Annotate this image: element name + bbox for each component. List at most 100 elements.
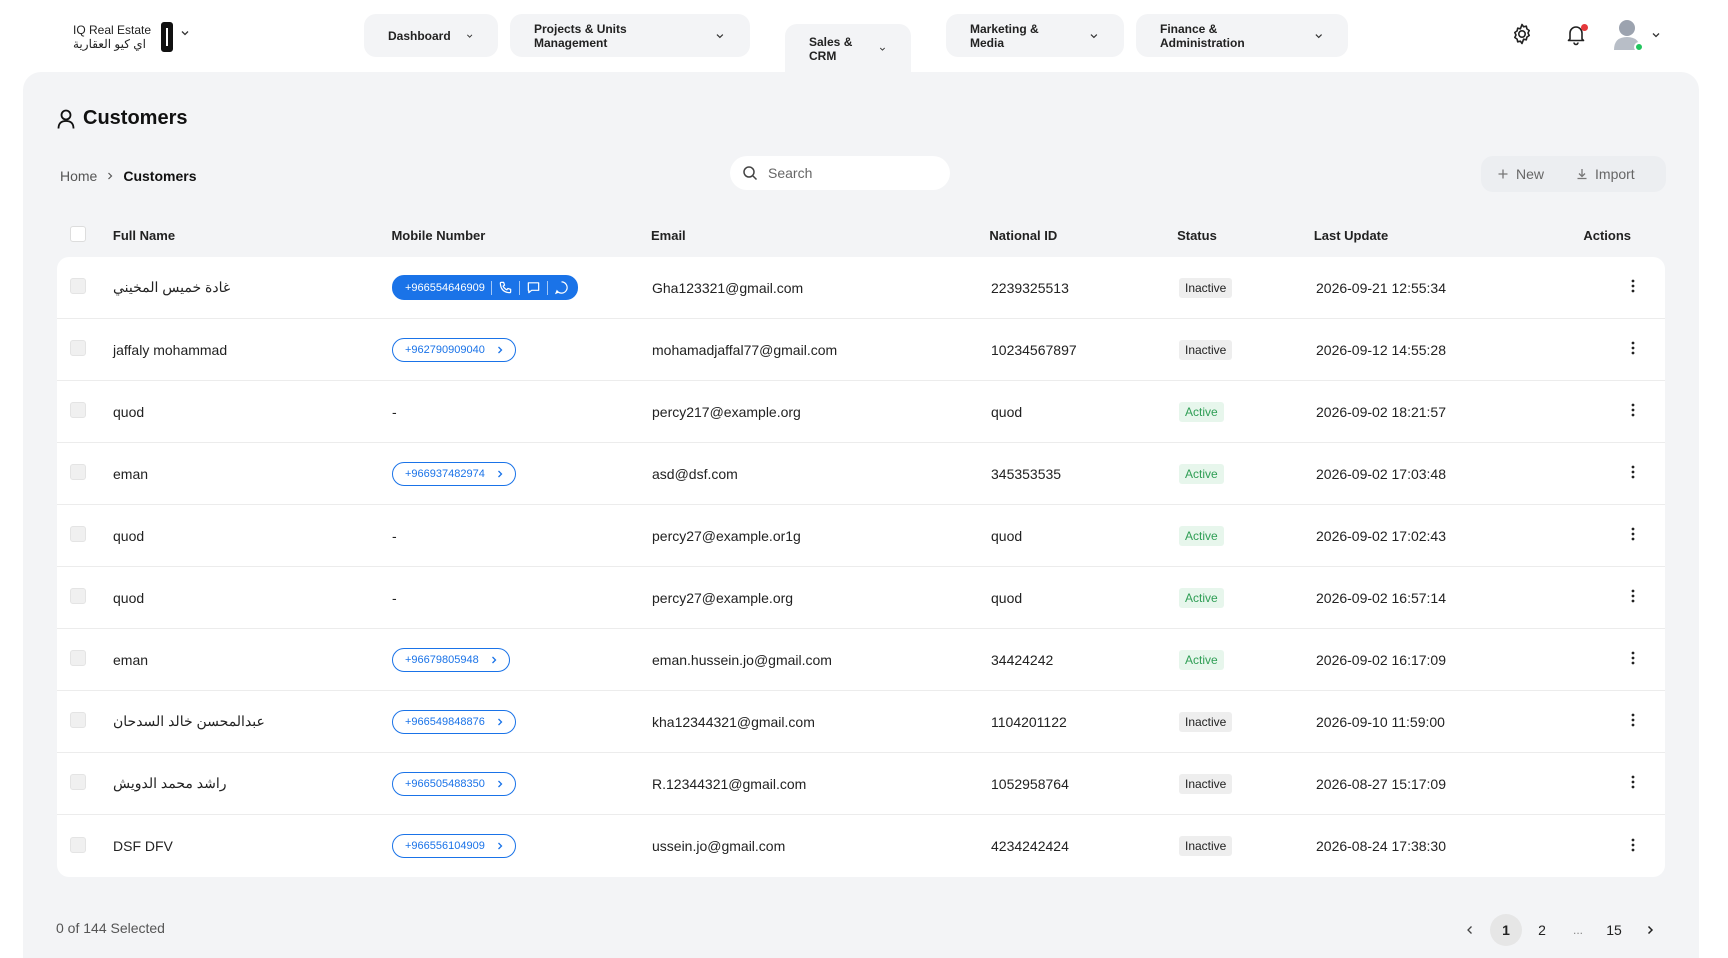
more-actions-icon[interactable]	[1631, 838, 1635, 852]
breadcrumb: Home Customers	[60, 168, 197, 184]
next-page-button[interactable]	[1632, 915, 1668, 945]
customer-email: eman.hussein.jo@gmail.com	[652, 651, 832, 668]
column-header[interactable]: Last Update	[1314, 228, 1584, 243]
online-status-dot	[1634, 42, 1644, 52]
more-actions-icon[interactable]	[1631, 775, 1635, 789]
breadcrumb-home[interactable]: Home	[60, 168, 97, 184]
nav-tab-dashboard[interactable]: Dashboard	[364, 14, 498, 57]
mobile-empty: -	[392, 589, 397, 606]
status-badge: Inactive	[1179, 711, 1233, 732]
customer-email: R.12344321@gmail.com	[652, 775, 807, 792]
last-update: 2026-09-02 18:21:57	[1316, 403, 1446, 420]
more-actions-icon[interactable]	[1631, 651, 1635, 665]
row-checkbox[interactable]	[70, 278, 86, 294]
customer-email: kha12344321@gmail.com	[652, 713, 815, 730]
mobile-pill[interactable]: +96679805948	[392, 647, 510, 672]
customer-national-id: 2239325513	[991, 279, 1069, 296]
search-icon	[743, 166, 758, 181]
row-checkbox[interactable]	[70, 402, 86, 418]
customer-national-id: 34424242	[991, 651, 1054, 668]
status-badge: Inactive	[1179, 339, 1233, 360]
table-row[interactable]: quod - percy27@example.or1g quod Active …	[57, 505, 1665, 567]
column-header[interactable]: Status	[1177, 228, 1314, 243]
row-checkbox[interactable]	[70, 588, 86, 604]
search-box[interactable]	[730, 156, 950, 190]
nav-tab-marketing-media[interactable]: Marketing & Media	[946, 14, 1124, 57]
new-button[interactable]: New	[1481, 156, 1560, 192]
customer-email: ussein.jo@gmail.com	[652, 838, 786, 854]
customer-email: Gha123321@gmail.com	[652, 279, 804, 296]
table-row[interactable]: quod - percy217@example.org quod Active …	[57, 381, 1665, 443]
mobile-pill[interactable]: +962790909040	[392, 337, 516, 362]
nav-tab-sales-crm[interactable]: Sales & CRM	[785, 24, 911, 74]
mobile-number: +966505488350	[405, 777, 485, 790]
row-checkbox[interactable]	[70, 836, 86, 853]
gear-icon[interactable]	[1510, 22, 1534, 46]
table-row[interactable]: غادة خميس المخيني +966554646909 Gha12332…	[57, 257, 1665, 319]
select-all-checkbox[interactable]	[70, 225, 86, 242]
chevron-down-icon	[879, 47, 886, 51]
chevron-down-icon[interactable]	[180, 28, 190, 38]
customer-national-id: 10234567897	[991, 341, 1077, 358]
row-checkbox[interactable]	[70, 464, 86, 480]
column-header[interactable]: Mobile Number	[391, 228, 651, 243]
mobile-pill-expanded[interactable]: +966554646909	[392, 275, 578, 300]
row-checkbox[interactable]	[70, 340, 86, 356]
table-row[interactable]: quod - percy27@example.org quod Active 2…	[57, 567, 1665, 629]
prev-page-button[interactable]	[1452, 915, 1488, 945]
more-actions-icon[interactable]	[1631, 403, 1635, 417]
column-header[interactable]: National ID	[989, 228, 1177, 243]
customer-national-id: 1104201122	[991, 713, 1067, 730]
page-button[interactable]: 15	[1596, 915, 1632, 945]
brand-name-en: IQ Real Estate	[73, 23, 152, 37]
chevron-down-icon	[1090, 33, 1098, 38]
more-actions-icon[interactable]	[1631, 341, 1635, 355]
more-actions-icon[interactable]	[1631, 465, 1635, 479]
more-actions-icon[interactable]	[1631, 527, 1635, 541]
whatsapp-icon[interactable]	[554, 280, 569, 295]
row-checkbox[interactable]	[70, 526, 86, 542]
mobile-number: +966556104909	[405, 840, 485, 852]
last-update: 2026-08-27 15:17:09	[1316, 775, 1446, 792]
chevron-right-icon	[497, 780, 503, 787]
table-row[interactable]: راشد محمد الدويش +966505488350 R.1234432…	[57, 753, 1665, 815]
more-actions-icon[interactable]	[1631, 279, 1635, 293]
customer-name: quod	[113, 403, 145, 420]
mobile-number: +966549848876	[405, 715, 485, 728]
nav-tab-finance-admin[interactable]: Finance & Administration	[1136, 14, 1348, 57]
row-checkbox[interactable]	[70, 712, 86, 728]
row-checkbox[interactable]	[70, 774, 86, 790]
page-button[interactable]: 2	[1524, 915, 1560, 945]
mobile-pill[interactable]: +966937482974	[392, 461, 516, 486]
more-actions-icon[interactable]	[1631, 713, 1635, 727]
chevron-right-icon	[497, 346, 503, 353]
table-row[interactable]: jaffaly mohammad +962790909040 mohamadja…	[57, 319, 1665, 381]
search-input[interactable]	[768, 165, 928, 181]
more-actions-icon[interactable]	[1631, 589, 1635, 603]
mobile-pill[interactable]: +966556104909	[392, 834, 516, 858]
chevron-right-icon	[108, 172, 113, 180]
mobile-number: +962790909040	[405, 343, 485, 356]
mobile-pill[interactable]: +966549848876	[392, 709, 516, 734]
mobile-empty: -	[392, 527, 397, 544]
mobile-pill[interactable]: +966505488350	[392, 771, 516, 796]
column-header[interactable]: Full Name	[113, 228, 392, 243]
column-header[interactable]: Email	[651, 228, 989, 243]
message-icon[interactable]	[526, 280, 541, 295]
chevron-down-icon[interactable]	[1650, 29, 1662, 41]
customer-national-id: 1052958764	[991, 775, 1069, 792]
nav-tab-label: Projects & Units Management	[534, 21, 627, 50]
customer-name: jaffaly mohammad	[113, 341, 228, 358]
customer-email: percy27@example.org	[652, 589, 794, 606]
status-badge: Inactive	[1179, 773, 1233, 794]
import-button[interactable]: Import	[1560, 156, 1651, 192]
nav-tab-projects-units[interactable]: Projects & Units Management	[510, 14, 750, 57]
customer-email: mohamadjaffal77@gmail.com	[652, 341, 838, 358]
row-checkbox[interactable]	[70, 650, 86, 666]
table-row[interactable]: عبدالمحسن خالد السدحان +966549848876 kha…	[57, 691, 1665, 753]
phone-icon[interactable]	[498, 280, 513, 295]
table-row[interactable]: eman +966937482974 asd@dsf.com 345353535…	[57, 443, 1665, 505]
page-button-current[interactable]: 1	[1490, 914, 1522, 946]
table-row[interactable]: eman +96679805948 eman.hussein.jo@gmail.…	[57, 629, 1665, 691]
table-row[interactable]: DSF DFV +966556104909 ussein.jo@gmail.co…	[57, 815, 1665, 877]
